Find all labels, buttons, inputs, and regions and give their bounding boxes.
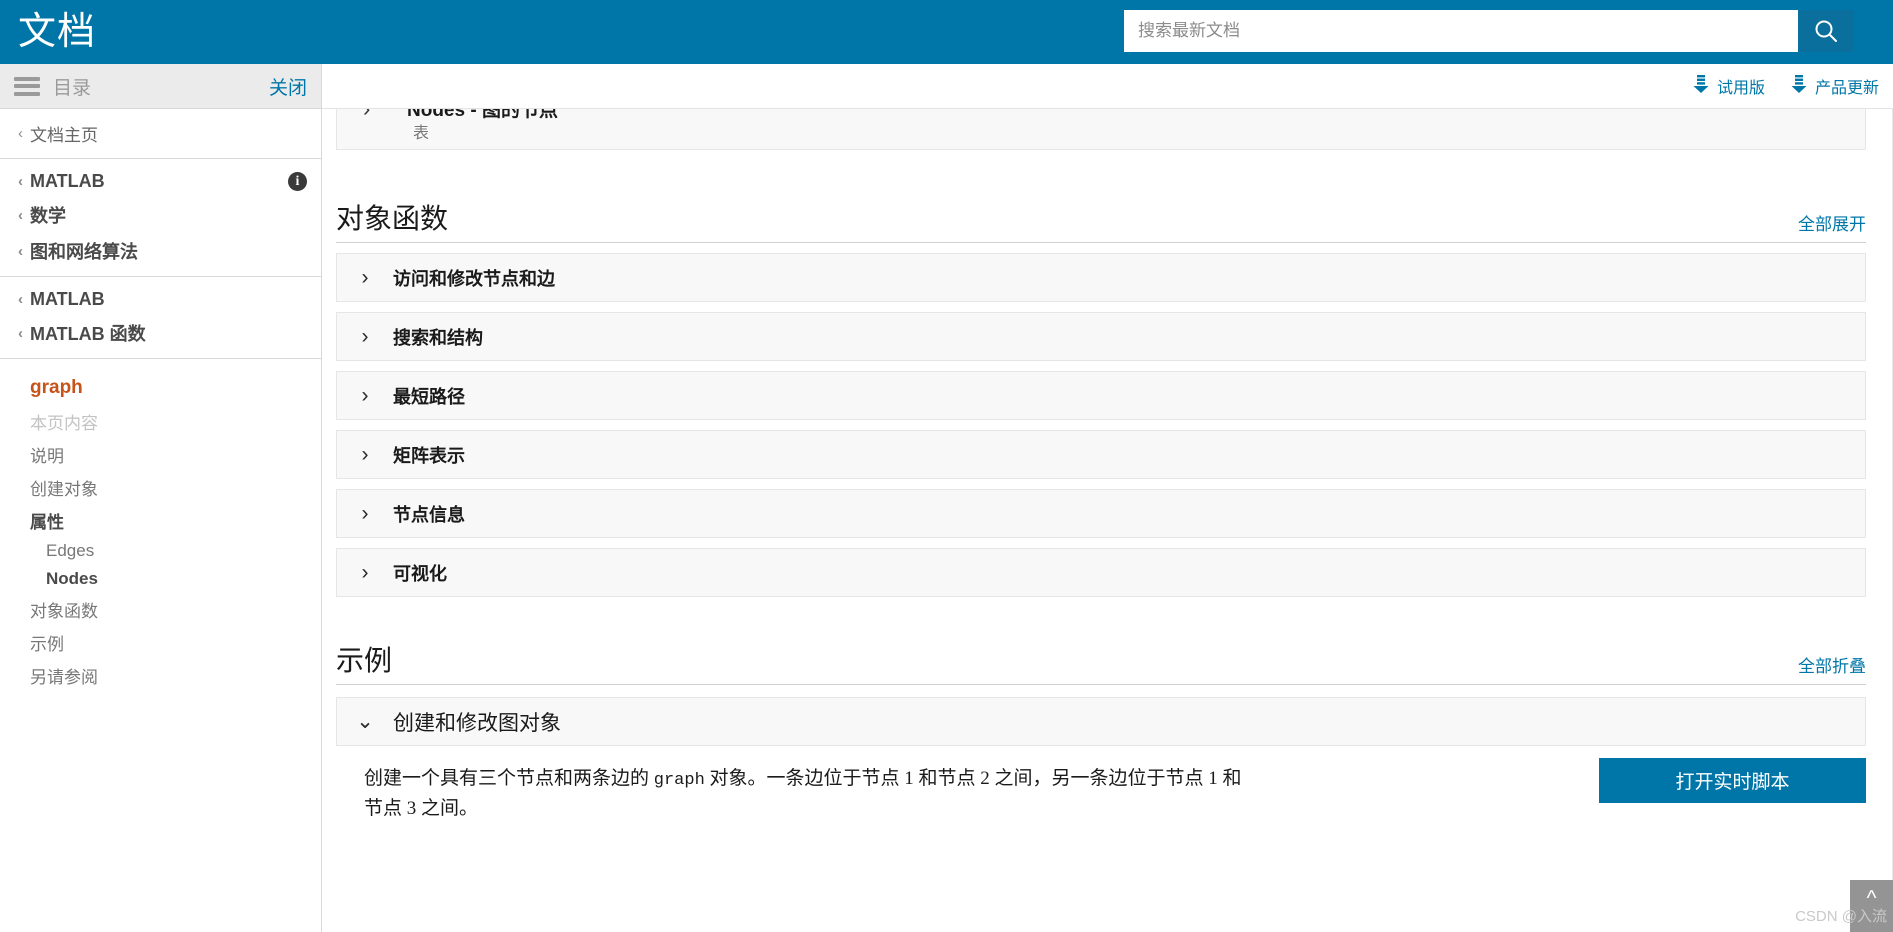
chevron-right-icon: › [361, 266, 369, 289]
chevron-right-icon: › [363, 109, 370, 122]
object-functions-section-header: 对象函数 全部展开 [336, 197, 1866, 243]
sidebar-item-graph-network-algorithms[interactable]: ‹ 图和网络算法 [0, 233, 321, 269]
toc-item-nodes[interactable]: Nodes [0, 565, 321, 593]
example-text-part-1: 创建一个具有三个节点和两条边的 [364, 768, 654, 789]
sidebar-item-matlab[interactable]: ‹ MATLAB [0, 166, 321, 197]
expand-all-link[interactable]: 全部展开 [1798, 210, 1866, 237]
toc-label: 目录 [53, 77, 92, 99]
download-icon [1791, 74, 1807, 98]
accordion-label: 节点信息 [393, 504, 465, 525]
sidebar-item-doc-home[interactable]: ‹ 文档主页 [0, 116, 321, 151]
accordion-label: 矩阵表示 [393, 445, 465, 466]
search-bar [1124, 10, 1854, 52]
sidebar-item-matlab-2[interactable]: ‹ MATLAB [0, 284, 321, 315]
example-inline-code: graph [653, 771, 705, 790]
chevron-right-icon: › [361, 325, 369, 348]
toc-close-button[interactable]: 关闭 [269, 73, 307, 100]
download-icon [1693, 74, 1709, 98]
sidebar-item-label: MATLAB [30, 171, 105, 191]
sidebar-item-label: MATLAB 函数 [30, 324, 146, 344]
sidebar-item-label: 文档主页 [30, 126, 98, 145]
examples-accordion: ⌄ 创建和修改图对象 [336, 697, 1879, 746]
accordion-label: 访问和修改节点和边 [393, 268, 555, 289]
chevron-right-icon: › [361, 443, 369, 466]
secondary-toolbar: 试用版 产品更新 [322, 64, 1893, 109]
toc-item-properties[interactable]: 属性 [0, 504, 321, 537]
nodes-property-card-subtitle: 表 [413, 125, 430, 142]
toc-item-examples[interactable]: 示例 [0, 626, 321, 659]
toc-item-creation[interactable]: 创建对象 [0, 471, 321, 504]
toc-item-description[interactable]: 说明 [0, 438, 321, 471]
nodes-property-card[interactable]: › Nodes - 图的节点 表 [336, 109, 1866, 150]
open-live-script-button[interactable]: 打开实时脚本 [1599, 758, 1866, 803]
trial-link-label: 试用版 [1716, 80, 1765, 97]
sidebar-item-label: MATLAB [30, 289, 105, 309]
accordion-row[interactable]: › 最短路径 [336, 371, 1866, 420]
site-title: 文档 [18, 11, 97, 53]
accordion-row[interactable]: › 可视化 [336, 548, 1866, 597]
chevron-left-icon: ‹ [18, 324, 23, 342]
nodes-property-card-title: Nodes - 图的节点 [407, 109, 558, 121]
sidebar-item-matlab-functions[interactable]: ‹ MATLAB 函数 [0, 315, 321, 351]
chevron-left-icon: ‹ [18, 242, 23, 260]
sidebar-item-math[interactable]: ‹ 数学 [0, 197, 321, 233]
search-input[interactable] [1124, 10, 1798, 52]
hamburger-icon[interactable] [14, 76, 40, 96]
chevron-down-icon: ⌄ [356, 710, 374, 733]
breadcrumb-group-functions: ‹ MATLAB ‹ MATLAB 函数 [0, 277, 321, 359]
sidebar: 目录 关闭 ‹ 文档主页 i ‹ MATLAB ‹ 数学 ‹ 图和网络算法 ‹ … [0, 64, 322, 932]
accordion-label: 可视化 [393, 563, 447, 584]
example-row-expanded[interactable]: ⌄ 创建和修改图对象 [336, 697, 1866, 746]
chevron-left-icon: ‹ [18, 173, 23, 190]
app-header: 文档 [0, 0, 1893, 64]
collapse-all-link[interactable]: 全部折叠 [1798, 652, 1866, 679]
toc-header: 目录 关闭 [0, 64, 321, 109]
info-icon[interactable]: i [288, 172, 307, 191]
breadcrumb-group-home: ‹ 文档主页 [0, 109, 321, 159]
chevron-right-icon: › [361, 502, 369, 525]
main-content: › Nodes - 图的节点 表 对象函数 全部展开 › 访问和修改节点和边 ›… [322, 109, 1893, 932]
sidebar-item-label: 数学 [30, 206, 66, 226]
toc-section-label: 本页内容 [30, 414, 98, 433]
examples-section-header: 示例 全部折叠 [336, 639, 1866, 685]
scroll-to-top-button[interactable]: ^ [1850, 880, 1893, 932]
object-functions-heading: 对象函数 [336, 204, 449, 235]
search-button[interactable] [1798, 10, 1854, 52]
chevron-up-icon: ^ [1866, 887, 1877, 910]
example-description: 创建一个具有三个节点和两条边的 graph 对象。一条边位于节点 1 和节点 2… [364, 764, 1244, 824]
object-functions-accordion: › 访问和修改节点和边 › 搜索和结构 › 最短路径 › 矩阵表示 › 节点信息… [336, 253, 1879, 597]
accordion-label: 搜索和结构 [393, 327, 483, 348]
accordion-row[interactable]: › 节点信息 [336, 489, 1866, 538]
on-this-page-list: graph 本页内容 说明 创建对象 属性 Edges Nodes 对象函数 示… [0, 359, 321, 692]
chevron-left-icon: ‹ [18, 206, 23, 224]
accordion-row[interactable]: › 访问和修改节点和边 [336, 253, 1866, 302]
chevron-right-icon: › [361, 561, 369, 584]
product-updates-link[interactable]: 产品更新 [1791, 74, 1879, 98]
toc-page-title[interactable]: graph [0, 373, 321, 405]
search-icon [1813, 18, 1839, 44]
example-body: 创建一个具有三个节点和两条边的 graph 对象。一条边位于节点 1 和节点 2… [336, 758, 1879, 824]
chevron-left-icon: ‹ [18, 291, 23, 308]
accordion-row[interactable]: › 矩阵表示 [336, 430, 1866, 479]
accordion-row[interactable]: › 搜索和结构 [336, 312, 1866, 361]
sidebar-item-label: 图和网络算法 [30, 242, 138, 262]
product-updates-link-label: 产品更新 [1814, 80, 1879, 97]
examples-heading: 示例 [336, 646, 393, 677]
breadcrumb-group-category: i ‹ MATLAB ‹ 数学 ‹ 图和网络算法 [0, 159, 321, 277]
toc-item-object-functions[interactable]: 对象函数 [0, 593, 321, 626]
chevron-right-icon: › [361, 384, 369, 407]
toc-item-see-also[interactable]: 另请参阅 [0, 659, 321, 692]
trial-link[interactable]: 试用版 [1693, 74, 1765, 98]
chevron-left-icon: ‹ [18, 125, 23, 142]
accordion-label: 最短路径 [393, 386, 465, 407]
toc-item-edges[interactable]: Edges [0, 537, 321, 565]
example-label: 创建和修改图对象 [393, 710, 561, 735]
